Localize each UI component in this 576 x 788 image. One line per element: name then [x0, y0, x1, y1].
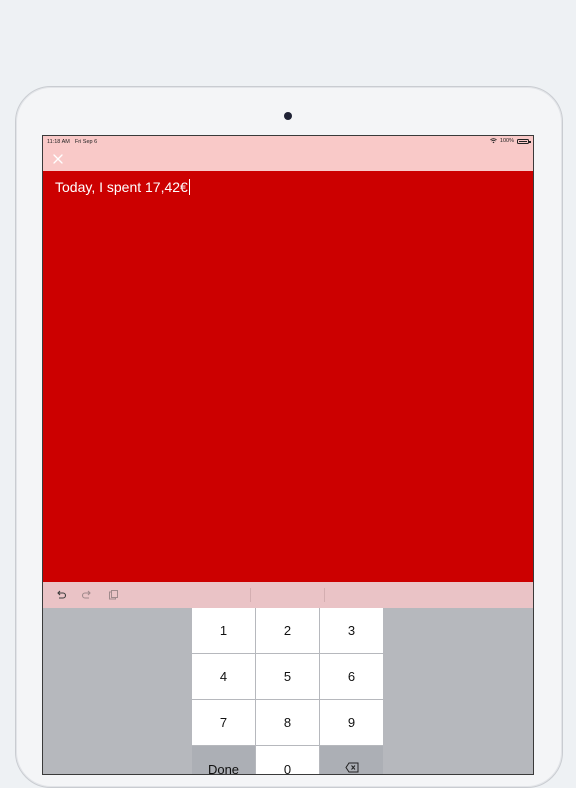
status-bar: 11:18 AM Fri Sep 6 100% [43, 136, 533, 148]
top-bar [43, 148, 533, 171]
keyboard-shortcut-bar [43, 582, 533, 608]
undo-icon[interactable] [55, 589, 67, 601]
close-button[interactable] [50, 151, 66, 167]
key-3[interactable]: 3 [320, 608, 383, 653]
redo-icon[interactable] [81, 589, 93, 601]
numeric-keyboard: 1 2 3 4 5 6 7 8 9 Done 0 [43, 608, 533, 774]
key-4[interactable]: 4 [192, 654, 255, 699]
delete-key[interactable] [320, 746, 383, 774]
editor-text: Today, I spent 17,42€ [55, 179, 188, 195]
done-key[interactable]: Done [192, 746, 255, 774]
keypad: 1 2 3 4 5 6 7 8 9 Done 0 [192, 608, 384, 774]
key-6[interactable]: 6 [320, 654, 383, 699]
status-left: 11:18 AM Fri Sep 6 [47, 139, 97, 145]
screen: 11:18 AM Fri Sep 6 100% Today, I spent 1… [42, 135, 534, 775]
close-icon [53, 154, 63, 164]
key-1[interactable]: 1 [192, 608, 255, 653]
wifi-icon [490, 138, 497, 144]
text-caret [188, 179, 191, 195]
key-7[interactable]: 7 [192, 700, 255, 745]
key-8[interactable]: 8 [256, 700, 319, 745]
status-date: Fri Sep 6 [74, 139, 98, 145]
editor-text-line[interactable]: Today, I spent 17,42€ [55, 179, 191, 195]
status-right: 100% [490, 138, 531, 144]
shortcut-divider [324, 588, 325, 602]
key-2[interactable]: 2 [256, 608, 319, 653]
key-0[interactable]: 0 [256, 746, 319, 774]
status-time: 11:18 AM [47, 139, 70, 145]
key-5[interactable]: 5 [256, 654, 319, 699]
battery-percent: 100% [499, 138, 514, 144]
key-9[interactable]: 9 [320, 700, 383, 745]
battery-icon [517, 138, 531, 144]
text-editor[interactable]: Today, I spent 17,42€ [43, 171, 533, 582]
paste-icon[interactable] [107, 589, 119, 601]
camera-dot [284, 112, 292, 120]
shortcut-divider [250, 588, 251, 602]
